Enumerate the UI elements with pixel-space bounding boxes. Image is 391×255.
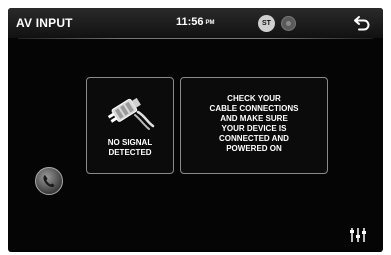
phone-button[interactable]	[35, 167, 63, 195]
instructions-text: CHECK YOUR CABLE CONNECTIONS AND MAKE SU…	[181, 94, 327, 154]
settings-button[interactable]	[349, 226, 367, 244]
instruction-line-2: CABLE CONNECTIONS	[209, 104, 299, 113]
instruction-line-3: AND MAKE SURE	[220, 114, 288, 123]
instruction-line-1: CHECK YOUR	[227, 94, 281, 103]
back-arrow-icon	[354, 16, 370, 31]
no-signal-line-1: NO SIGNAL	[107, 138, 153, 147]
equalizer-settings-icon	[350, 228, 366, 242]
instructions-panel: CHECK YOUR CABLE CONNECTIONS AND MAKE SU…	[180, 77, 328, 174]
instruction-line-4: YOUR DEVICE IS	[221, 124, 287, 133]
status-dot-icon	[281, 16, 296, 31]
av-input-screen: AV INPUT 11:56 PM ST NO SIGNAL DETECTED …	[8, 8, 383, 252]
clock-time: 11:56	[176, 16, 204, 28]
page-title: AV INPUT	[16, 16, 73, 30]
clock: 11:56 PM	[176, 16, 215, 28]
back-button[interactable]	[351, 13, 373, 33]
clock-ampm: PM	[205, 20, 215, 26]
phone-icon	[43, 175, 55, 188]
header-divider	[18, 38, 373, 39]
instruction-line-6: POWERED ON	[226, 144, 282, 153]
no-signal-panel: NO SIGNAL DETECTED	[86, 77, 174, 174]
no-signal-text: NO SIGNAL DETECTED	[87, 138, 173, 158]
stereo-badge: ST	[258, 15, 275, 32]
no-signal-line-2: DETECTED	[108, 148, 152, 157]
top-bar: AV INPUT 11:56 PM ST	[8, 8, 383, 38]
instruction-line-5: CONNECTED AND	[219, 134, 289, 143]
unplugged-cable-icon	[107, 97, 155, 130]
